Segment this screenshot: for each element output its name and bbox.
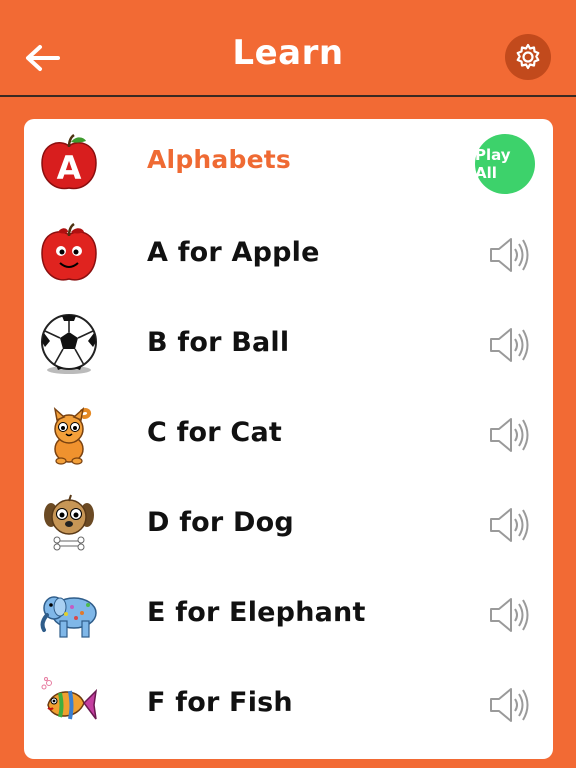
apple-letter-a-icon: A (38, 133, 100, 195)
list-item-label: B for Ball (147, 327, 290, 358)
top-bar: Learn (0, 0, 576, 97)
speaker-button[interactable] (487, 233, 531, 277)
list-item-label: A for Apple (147, 237, 320, 268)
dog-icon (38, 493, 100, 555)
list-item-ball[interactable]: B for Ball (24, 299, 553, 389)
list-item-dog[interactable]: D for Dog (24, 479, 553, 569)
soccer-ball-icon (38, 313, 100, 375)
gear-icon (516, 43, 540, 70)
alphabet-list-card: A Alphabets Play All A for Apple B for B… (24, 119, 553, 759)
elephant-icon (38, 583, 100, 645)
speaker-icon (490, 598, 529, 632)
speaker-icon (490, 688, 529, 722)
speaker-button[interactable] (487, 503, 531, 547)
list-item-label: C for Cat (147, 417, 282, 448)
speaker-icon (490, 418, 529, 452)
speaker-icon (490, 508, 529, 542)
fish-icon (38, 673, 100, 735)
list-item-apple[interactable]: A for Apple (24, 209, 553, 299)
page-title: Learn (232, 33, 344, 73)
list-item-label: D for Dog (147, 507, 294, 538)
speaker-button[interactable] (487, 413, 531, 457)
settings-button[interactable] (505, 34, 551, 80)
list-item-label: F for Fish (147, 687, 293, 718)
list-item-fish[interactable]: F for Fish (24, 659, 553, 749)
play-all-button[interactable]: Play All (475, 134, 535, 194)
list-item-label: E for Elephant (147, 597, 366, 628)
apple-icon (38, 222, 100, 285)
alphabets-heading-row: A Alphabets Play All (24, 119, 553, 209)
speaker-icon (490, 328, 529, 362)
list-item-cat[interactable]: C for Cat (24, 389, 553, 479)
speaker-icon (490, 238, 529, 272)
svg-text:A: A (57, 149, 82, 187)
speaker-button[interactable] (487, 323, 531, 367)
alphabets-heading: Alphabets (147, 145, 291, 174)
cat-icon (38, 403, 100, 465)
speaker-button[interactable] (487, 593, 531, 637)
list-item-elephant[interactable]: E for Elephant (24, 569, 553, 659)
speaker-button[interactable] (487, 683, 531, 727)
